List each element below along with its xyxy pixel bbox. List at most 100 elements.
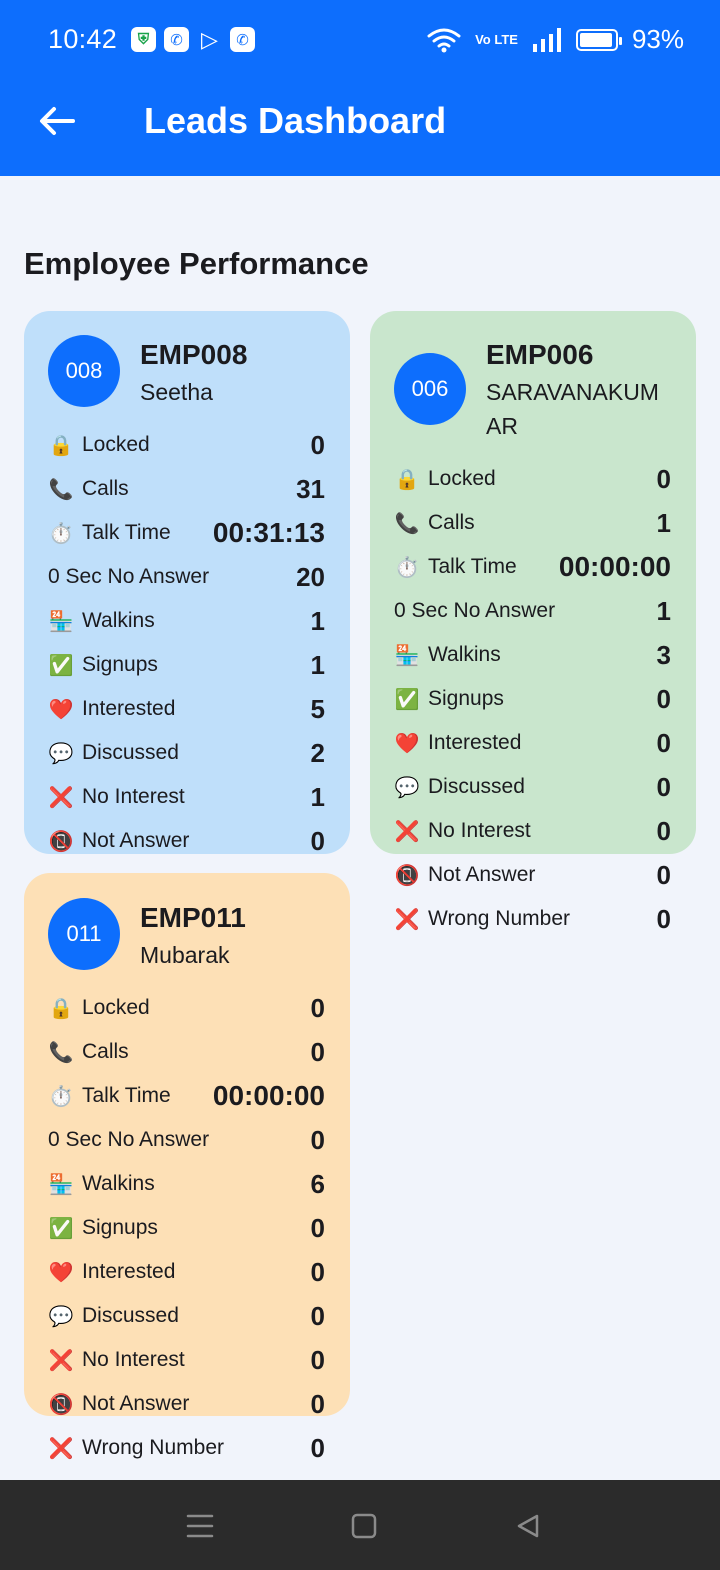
metric-value: 0 xyxy=(656,859,671,890)
metric-value: 0 xyxy=(656,903,671,934)
metric-value: 1 xyxy=(310,649,325,680)
stopwatch-icon: ⏱️ xyxy=(48,1085,74,1108)
metric-row-discussed: 💬 Discussed 0 xyxy=(48,1298,325,1334)
shield-notification-icon: ⛨ xyxy=(131,27,156,52)
metric-value: 0 xyxy=(656,463,671,494)
metric-row-locked: 🔒 Locked 0 xyxy=(394,461,671,497)
lock-icon: 🔒 xyxy=(48,997,74,1020)
metric-label-text: 0 Sec No Answer xyxy=(48,1128,210,1151)
metric-label-text: Calls xyxy=(82,477,129,500)
metric-label-text: Signups xyxy=(428,687,504,710)
metric-label: ❤️ Interested xyxy=(48,697,176,722)
status-right: Vo LTE 93% xyxy=(427,24,684,55)
metric-value: 2 xyxy=(310,737,325,768)
arrow-left-icon xyxy=(40,107,75,135)
metric-label-text: Discussed xyxy=(428,775,525,798)
phone-app-notification-icon: ✆ xyxy=(230,27,255,52)
stopwatch-icon: ⏱️ xyxy=(48,522,74,545)
metric-row-discussed: 💬 Discussed 0 xyxy=(394,769,671,805)
battery-icon xyxy=(575,28,622,51)
metric-label-text: Interested xyxy=(82,697,176,720)
metric-label-text: Locked xyxy=(82,433,150,456)
system-navigation-bar xyxy=(0,1480,720,1570)
metric-value: 0 xyxy=(656,683,671,714)
metric-label-text: Interested xyxy=(82,1260,176,1283)
metric-row-no-interest: ❌ No Interest 1 xyxy=(48,779,325,815)
section-title: Employee Performance xyxy=(24,246,369,281)
stopwatch-icon: ⏱️ xyxy=(394,556,420,579)
menu-icon xyxy=(186,1514,214,1538)
phone-app-notification-icon: ✆ xyxy=(164,27,189,52)
metric-row-locked: 🔒 Locked 0 xyxy=(48,427,325,463)
recents-button[interactable] xyxy=(180,1506,220,1546)
battery-percent: 93% xyxy=(631,24,684,54)
metric-label-text: Calls xyxy=(428,511,475,534)
metric-label-text: Calls xyxy=(82,1040,129,1063)
metric-label: ❌ Wrong Number xyxy=(48,1436,224,1461)
back-nav-button[interactable] xyxy=(508,1506,548,1546)
metric-row-0-sec-no-answer: 0 Sec No Answer 20 xyxy=(48,559,325,595)
metric-label-text: Not Answer xyxy=(82,829,190,852)
metric-label: 🏪 Walkins xyxy=(394,643,501,668)
metric-label: ✅ Signups xyxy=(394,687,504,712)
home-button[interactable] xyxy=(344,1506,384,1546)
metric-row-interested: ❤️ Interested 0 xyxy=(394,725,671,761)
metric-label-text: Wrong Number xyxy=(428,907,570,930)
metric-label: 💬 Discussed xyxy=(48,1304,179,1329)
metric-label: ⏱️ Talk Time xyxy=(394,555,517,580)
heart-icon: ❤️ xyxy=(48,1261,74,1284)
metric-label: ❌ No Interest xyxy=(48,785,185,810)
metric-row-interested: ❤️ Interested 5 xyxy=(48,691,325,727)
metric-row-wrong-number: ❌ Wrong Number 0 xyxy=(394,901,671,937)
metric-label: 0 Sec No Answer xyxy=(48,565,209,589)
metric-label-text: Talk Time xyxy=(428,555,517,578)
metric-label: ✅ Signups xyxy=(48,1216,158,1241)
metric-row-walkins: 🏪 Walkins 6 xyxy=(48,1166,325,1202)
volte-indicator: Vo LTE xyxy=(475,31,518,47)
metric-label: 📵 Not Answer xyxy=(48,829,190,854)
metric-value: 0 xyxy=(310,825,325,856)
metric-row-talk-time: ⏱️ Talk Time 00:00:00 xyxy=(48,1078,325,1114)
metric-label-text: No Interest xyxy=(82,1348,185,1371)
heart-icon: ❤️ xyxy=(394,732,420,755)
metric-label: 📵 Not Answer xyxy=(48,1392,190,1417)
metric-value: 0 xyxy=(310,1036,325,1067)
metric-label-text: No Interest xyxy=(82,785,185,808)
status-time: 10:42 xyxy=(48,24,118,54)
metric-row-walkins: 🏪 Walkins 3 xyxy=(394,637,671,673)
metric-label: 💬 Discussed xyxy=(394,775,525,800)
metric-label: ⏱️ Talk Time xyxy=(48,521,171,546)
status-bar: 10:42 ⛨ ✆ ▷ ✆ Vo LTE 93% xyxy=(0,0,720,80)
metric-row-talk-time: ⏱️ Talk Time 00:00:00 xyxy=(394,549,671,585)
metric-label-text: Signups xyxy=(82,653,158,676)
metric-row-discussed: 💬 Discussed 2 xyxy=(48,735,325,771)
metric-value: 0 xyxy=(310,1212,325,1243)
metric-row-signups: ✅ Signups 0 xyxy=(48,1210,325,1246)
cross-icon: ❌ xyxy=(48,1349,74,1372)
metric-label: 💬 Discussed xyxy=(48,741,179,766)
metric-label-text: Signups xyxy=(82,1216,158,1239)
metric-value: 0 xyxy=(310,1300,325,1331)
back-button[interactable] xyxy=(34,98,80,144)
metric-value: 0 xyxy=(656,815,671,846)
metric-label-text: Discussed xyxy=(82,1304,179,1327)
metric-row-calls: 📞 Calls 31 xyxy=(48,471,325,507)
metric-label: 🔒 Locked xyxy=(48,996,150,1021)
metric-value: 0 xyxy=(310,1344,325,1375)
triangle-back-icon xyxy=(517,1514,539,1538)
employee-name-line-2: AR xyxy=(486,413,518,439)
metric-value: 0 xyxy=(310,1388,325,1419)
employee-name: Seetha xyxy=(140,379,213,405)
metric-row-0-sec-no-answer: 0 Sec No Answer 0 xyxy=(48,1122,325,1158)
metric-value: 00:00:00 xyxy=(212,1080,325,1111)
speech-icon: 💬 xyxy=(394,776,420,799)
metric-row-walkins: 🏪 Walkins 1 xyxy=(48,603,325,639)
metric-row-not-answer: 📵 Not Answer 0 xyxy=(394,857,671,893)
metric-label: 🔒 Locked xyxy=(48,433,150,458)
metric-row-talk-time: ⏱️ Talk Time 00:31:13 xyxy=(48,515,325,551)
phone-icon: 📞 xyxy=(394,512,420,535)
store-icon: 🏪 xyxy=(48,1173,74,1196)
metric-value: 20 xyxy=(296,561,325,592)
metric-label-text: No Interest xyxy=(428,819,531,842)
metric-value: 31 xyxy=(296,473,325,504)
